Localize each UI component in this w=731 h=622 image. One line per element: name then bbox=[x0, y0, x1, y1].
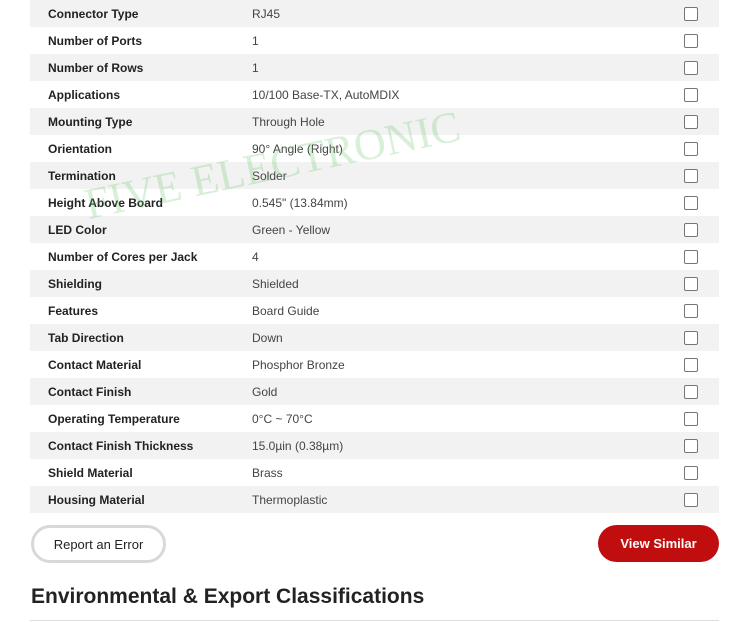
spec-checkbox[interactable] bbox=[684, 438, 698, 453]
spec-value: Board Guide bbox=[252, 303, 320, 318]
spec-row: Operating Temperature 0°C ~ 70°C bbox=[30, 405, 719, 432]
spec-value: Phosphor Bronze bbox=[252, 357, 345, 372]
spec-row: Mounting Type Through Hole bbox=[30, 108, 719, 135]
spec-checkbox[interactable] bbox=[684, 168, 698, 183]
spec-row: Connector Type RJ45 bbox=[30, 0, 719, 27]
view-similar-button[interactable]: View Similar bbox=[598, 525, 719, 562]
spec-label: Operating Temperature bbox=[48, 411, 180, 426]
spec-label: Shielding bbox=[48, 276, 102, 291]
spec-row: Number of Ports 1 bbox=[30, 27, 719, 54]
spec-row: Contact Finish Gold bbox=[30, 378, 719, 405]
spec-label: Height Above Board bbox=[48, 195, 163, 210]
spec-checkbox[interactable] bbox=[684, 303, 698, 318]
specifications-table: Connector Type RJ45 Number of Ports 1 Number… bbox=[30, 0, 719, 513]
spec-label: Number of Rows bbox=[48, 60, 144, 75]
spec-checkbox[interactable] bbox=[684, 384, 698, 399]
spec-value: Through Hole bbox=[252, 114, 325, 129]
spec-value: Solder bbox=[252, 168, 287, 183]
spec-row: Shielding Shielded bbox=[30, 270, 719, 297]
spec-checkbox[interactable] bbox=[684, 357, 698, 372]
spec-value: 15.0µin (0.38µm) bbox=[252, 438, 344, 453]
spec-label: Orientation bbox=[48, 141, 113, 156]
spec-checkbox[interactable] bbox=[684, 330, 698, 345]
spec-row: Contact Material Phosphor Bronze bbox=[30, 351, 719, 378]
spec-label: Features bbox=[48, 303, 99, 318]
spec-value: RJ45 bbox=[252, 6, 281, 21]
spec-label: Number of Ports bbox=[48, 33, 143, 48]
spec-row: Number of Rows 1 bbox=[30, 54, 719, 81]
spec-row: Contact Finish Thickness 15.0µin (0.38µm) bbox=[30, 432, 719, 459]
spec-checkbox[interactable] bbox=[684, 195, 698, 210]
spec-value: Green - Yellow bbox=[252, 222, 331, 237]
spec-checkbox[interactable] bbox=[684, 492, 698, 507]
spec-value: 90° Angle (Right) bbox=[252, 141, 343, 156]
spec-checkbox[interactable] bbox=[684, 141, 698, 156]
spec-label: Contact Finish Thickness bbox=[48, 438, 194, 453]
spec-value: 10/100 Base-TX, AutoMDIX bbox=[252, 87, 400, 102]
spec-row: Tab Direction Down bbox=[30, 324, 719, 351]
spec-checkbox[interactable] bbox=[684, 87, 698, 102]
spec-checkbox[interactable] bbox=[684, 114, 698, 129]
spec-value: 1 bbox=[252, 33, 259, 48]
spec-value: Shielded bbox=[252, 276, 299, 291]
spec-label: Shield Material bbox=[48, 465, 133, 480]
spec-checkbox[interactable] bbox=[684, 6, 698, 21]
spec-value: Thermoplastic bbox=[252, 492, 328, 507]
spec-value: 4 bbox=[252, 249, 259, 264]
spec-label: Number of Cores per Jack bbox=[48, 249, 198, 264]
spec-row: Features Board Guide bbox=[30, 297, 719, 324]
spec-row: Housing Material Thermoplastic bbox=[30, 486, 719, 513]
section-divider bbox=[30, 620, 719, 621]
spec-label: Applications bbox=[48, 87, 121, 102]
spec-label: Mounting Type bbox=[48, 114, 133, 129]
spec-checkbox[interactable] bbox=[684, 465, 698, 480]
spec-value: Down bbox=[252, 330, 283, 345]
spec-row: Orientation 90° Angle (Right) bbox=[30, 135, 719, 162]
spec-label: Contact Material bbox=[48, 357, 142, 372]
report-error-button[interactable]: Report an Error bbox=[31, 525, 166, 563]
spec-label: Contact Finish bbox=[48, 384, 132, 399]
spec-checkbox[interactable] bbox=[684, 60, 698, 75]
spec-label: LED Color bbox=[48, 222, 107, 237]
spec-row: Termination Solder bbox=[30, 162, 719, 189]
spec-checkbox[interactable] bbox=[684, 276, 698, 291]
spec-row: Applications 10/100 Base-TX, AutoMDIX bbox=[30, 81, 719, 108]
spec-value: 0°C ~ 70°C bbox=[252, 411, 313, 426]
spec-checkbox[interactable] bbox=[684, 222, 698, 237]
spec-value: Gold bbox=[252, 384, 278, 399]
spec-row: Shield Material Brass bbox=[30, 459, 719, 486]
spec-label: Tab Direction bbox=[48, 330, 124, 345]
spec-label: Termination bbox=[48, 168, 116, 183]
spec-checkbox[interactable] bbox=[684, 33, 698, 48]
spec-value: 1 bbox=[252, 60, 259, 75]
spec-row: Height Above Board 0.545" (13.84mm) bbox=[30, 189, 719, 216]
spec-row: Number of Cores per Jack 4 bbox=[30, 243, 719, 270]
spec-value: 0.545" (13.84mm) bbox=[252, 195, 348, 210]
section-title: Environmental & Export Classifications bbox=[31, 585, 425, 608]
spec-value: Brass bbox=[252, 465, 283, 480]
spec-checkbox[interactable] bbox=[684, 411, 698, 426]
spec-label: Housing Material bbox=[48, 492, 145, 507]
spec-row: LED Color Green - Yellow bbox=[30, 216, 719, 243]
spec-label: Connector Type bbox=[48, 6, 139, 21]
spec-checkbox[interactable] bbox=[684, 249, 698, 264]
